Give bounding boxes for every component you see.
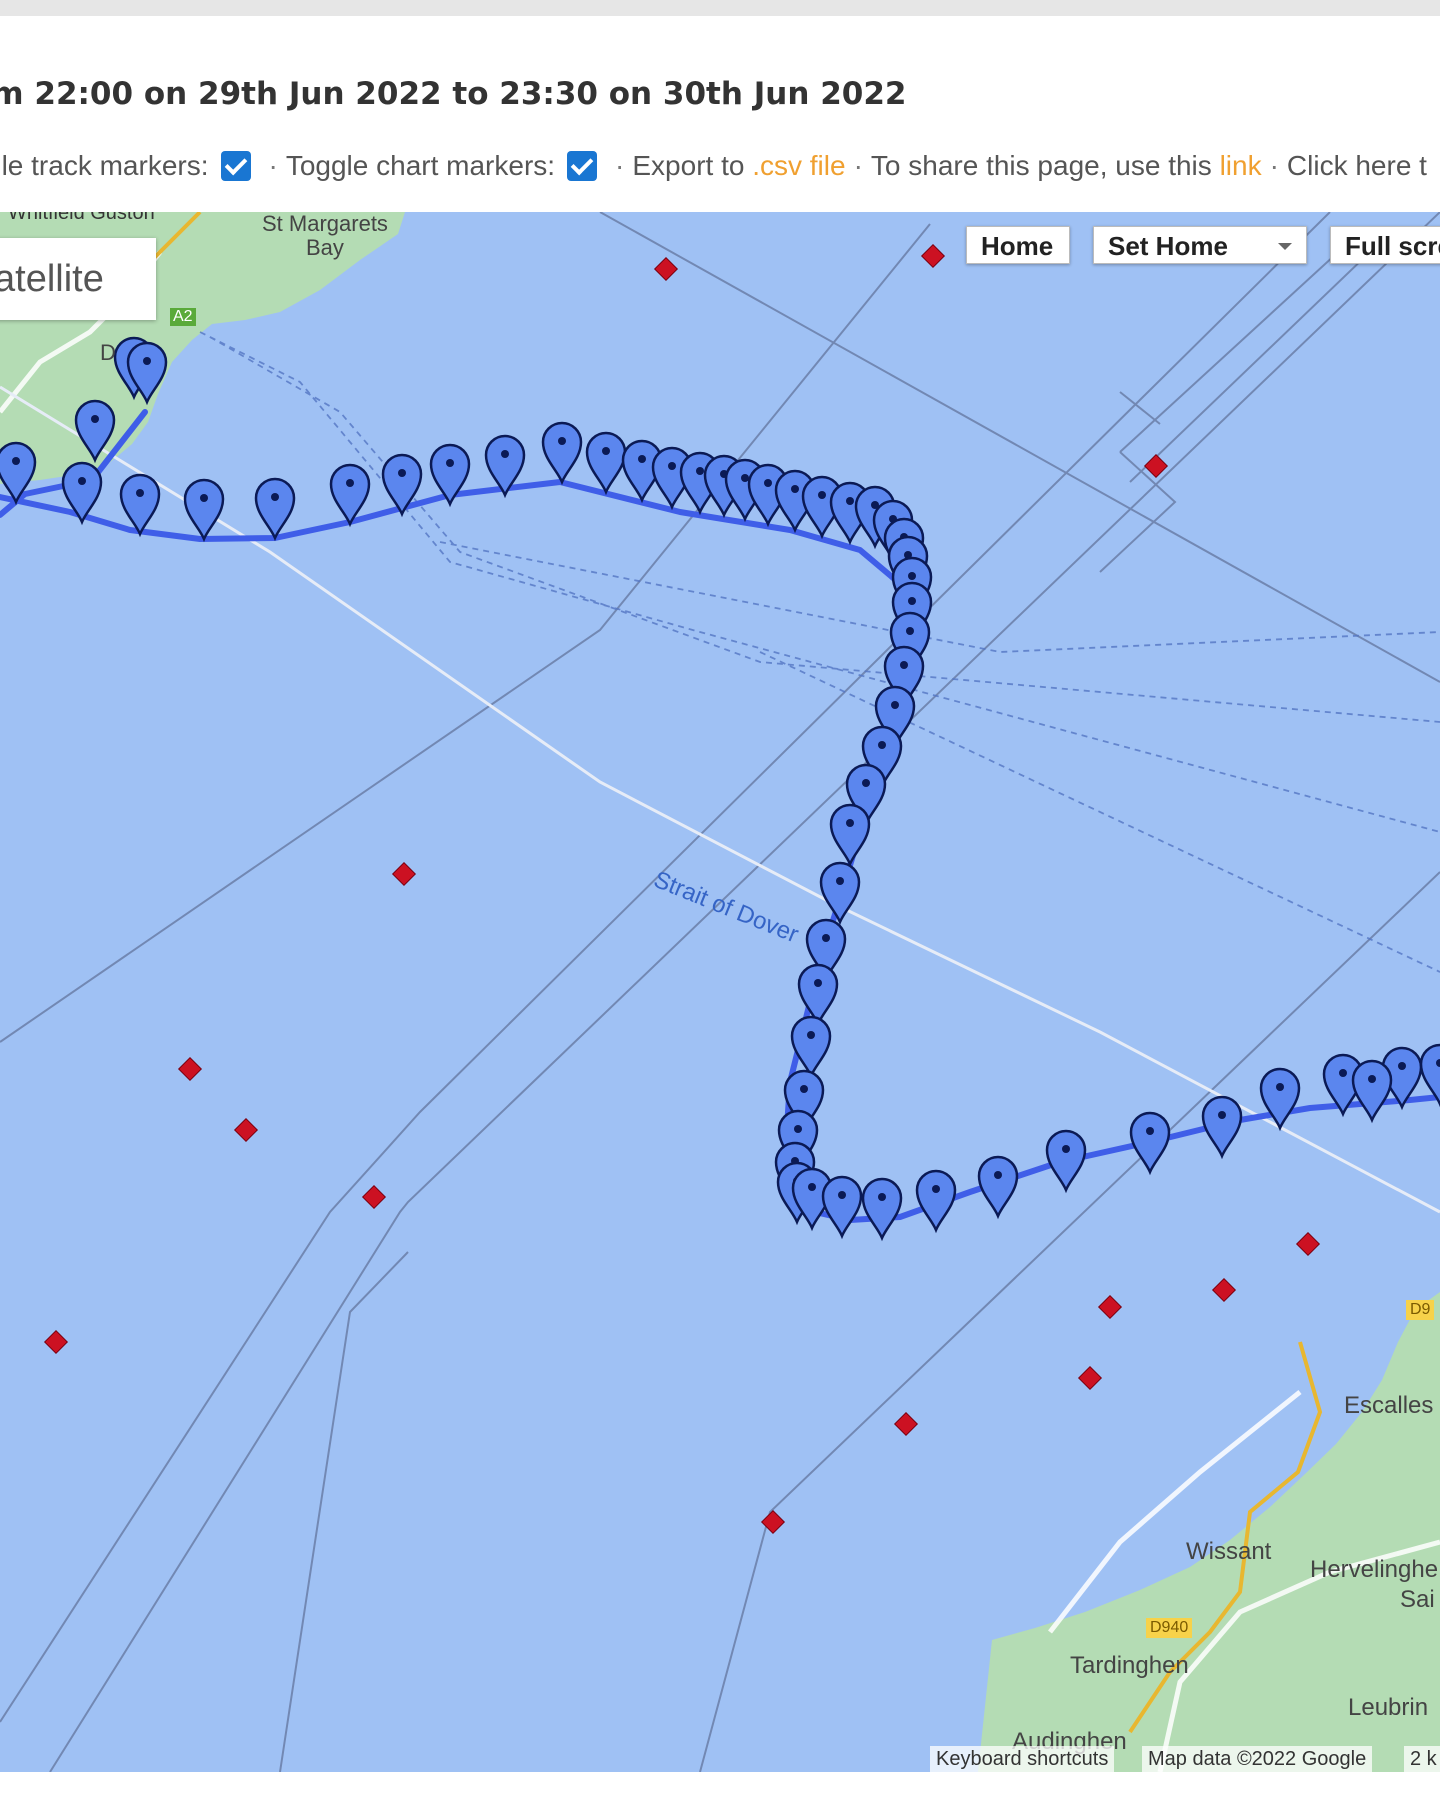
red-diamond-icon[interactable] [1144,454,1168,478]
map-scale: 2 k [1404,1746,1440,1772]
toggle-track-label: gle track markers: [0,150,209,181]
toggle-chart-label: Toggle chart markers: [285,150,556,181]
map-pin-icon[interactable] [585,431,627,494]
separator: · [1269,150,1279,181]
red-diamond-icon[interactable] [362,1185,386,1209]
keyboard-shortcuts-link[interactable]: Keyboard shortcuts [930,1746,1115,1772]
label-leubringhen: Leubrin [1348,1694,1429,1721]
label-st-margarets-line1: St Margarets [262,212,388,236]
map-pin-icon[interactable] [329,463,371,526]
road-a2-badge: A2 [170,308,196,326]
map-data-attribution: Map data ©2022 Google [1142,1746,1373,1772]
chevron-down-icon [1278,243,1292,250]
red-diamond-icon[interactable] [894,1412,918,1436]
red-diamond-icon[interactable] [1098,1295,1122,1319]
red-diamond-icon[interactable] [1078,1366,1102,1390]
red-diamond-icon[interactable] [234,1118,258,1142]
fullscreen-button[interactable]: Full scre [1330,226,1440,264]
road-d940-badge: D940 [1146,1618,1193,1638]
red-diamond-icon[interactable] [44,1330,68,1354]
page-title: om 22:00 on 29th Jun 2022 to 23:30 on 30… [0,76,907,112]
top-strip [0,0,1440,16]
label-hervelinghen: Hervelinghe [1310,1556,1439,1583]
label-escalles: Escalles [1344,1392,1434,1419]
home-button[interactable]: Home [966,226,1070,264]
red-diamond-icon[interactable] [392,862,416,886]
label-tardinghen: Tardinghen [1070,1652,1189,1679]
export-csv-link[interactable]: .csv file [752,150,845,182]
set-home-label: Set Home [1108,231,1228,261]
separator: · [615,150,625,181]
red-diamond-icon[interactable] [921,244,945,268]
separator: · [268,150,278,181]
controls-bar: gle track markers: · Toggle chart marker… [0,150,1427,182]
label-dover: D [100,340,116,365]
map-pin-icon[interactable] [541,421,583,484]
click-here-text[interactable]: Click here t [1287,150,1427,182]
label-guston: Whitfield Guston [8,212,155,224]
red-diamond-icon[interactable] [1296,1232,1320,1256]
share-label: To share this page, use this [870,150,1212,181]
map-pin-icon[interactable] [254,477,296,540]
map-type-button[interactable]: atellite [0,238,156,320]
red-diamond-icon[interactable] [1212,1278,1236,1302]
map-pin-icon[interactable] [977,1155,1019,1218]
label-saint: Sai [1400,1586,1435,1613]
label-wissant: Wissant [1186,1538,1272,1565]
red-diamond-icon[interactable] [178,1057,202,1081]
map-pin-icon[interactable] [183,478,225,541]
export-label: Export to [632,150,745,181]
label-st-margarets: St Margarets Bay [262,212,388,260]
map-pin-icon[interactable] [119,473,161,536]
map-pin-icon[interactable] [1201,1095,1243,1158]
map-pin-icon[interactable] [915,1169,957,1232]
map-canvas[interactable]: Whitfield Guston St Margarets Bay A2 D S… [0,212,1440,1772]
map-pin-icon[interactable] [1045,1129,1087,1192]
share-link[interactable]: link [1220,150,1262,182]
map-pin-icon[interactable] [861,1177,903,1240]
map-pin-icon[interactable] [829,803,871,866]
separator: · [853,150,863,181]
map-pin-icon[interactable] [1351,1059,1393,1122]
map-pin-icon[interactable] [1129,1111,1171,1174]
red-diamond-icon[interactable] [654,257,678,281]
toggle-chart-checkbox[interactable] [567,151,598,181]
road-d9-badge: D9 [1406,1300,1435,1320]
map-pin-icon[interactable] [790,1015,832,1078]
bottom-strip [0,1772,1440,1800]
label-st-margarets-line2: Bay [306,235,344,260]
set-home-dropdown[interactable]: Set Home [1093,226,1307,264]
toggle-track-checkbox[interactable] [220,151,251,181]
map-pin-icon[interactable] [821,1175,863,1238]
